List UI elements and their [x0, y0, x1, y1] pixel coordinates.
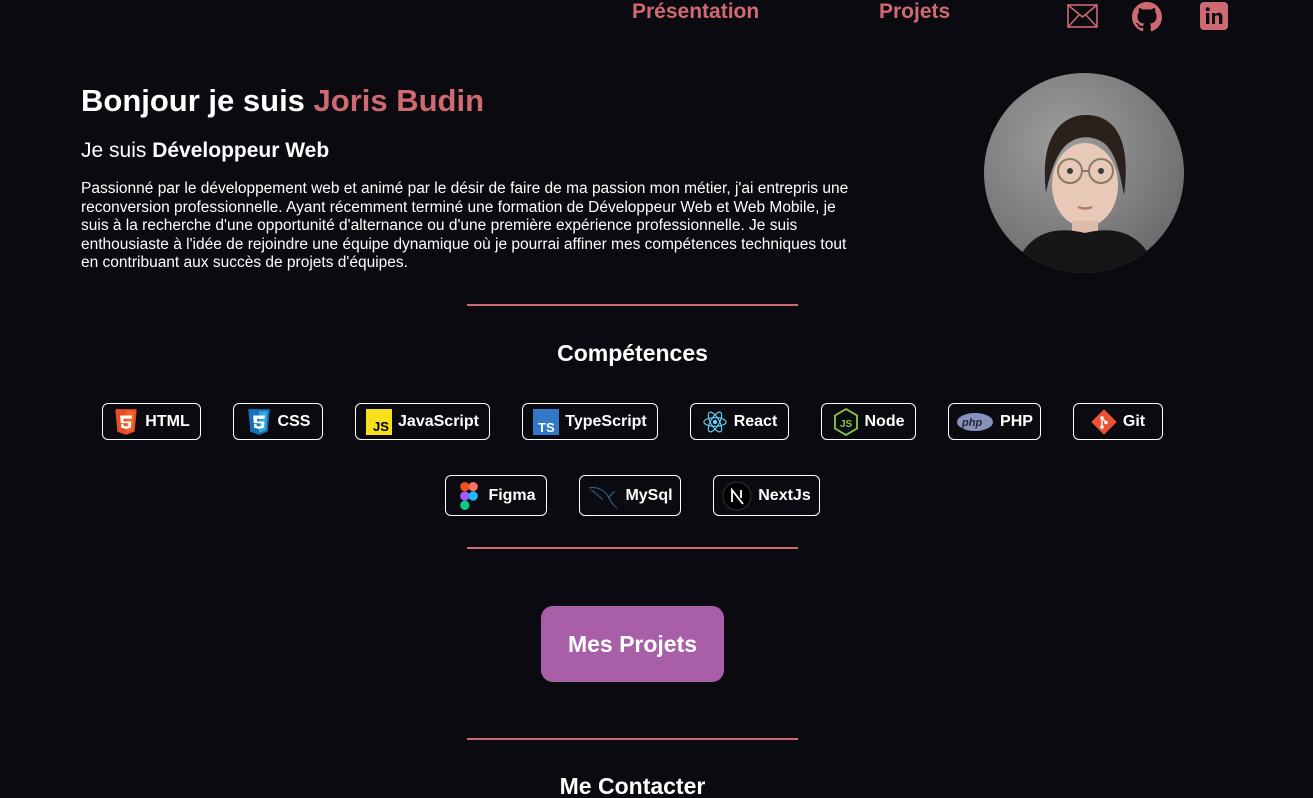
section-divider — [467, 547, 798, 549]
skill-label: Figma — [488, 486, 536, 504]
mysql-icon — [587, 482, 619, 510]
skill-badge-css: CSS — [233, 403, 323, 440]
skill-badge-php: php PHP — [948, 403, 1041, 440]
skill-label: CSS — [277, 412, 311, 430]
section-divider — [467, 304, 798, 306]
nodejs-icon: JS — [833, 407, 859, 436]
portfolio-page: Présentation Projets Bonjour je suis Jor… — [0, 0, 1313, 798]
mail-icon[interactable] — [1067, 4, 1098, 28]
my-projects-button[interactable]: Mes Projets — [541, 606, 724, 682]
css3-icon — [246, 408, 272, 436]
skill-badge-mysql: MySql — [579, 475, 681, 516]
hero-subtitle: Je suis Développeur Web — [81, 137, 329, 165]
hero-title: Bonjour je suis Joris Budin — [81, 83, 484, 119]
skill-label: JavaScript — [398, 412, 479, 430]
nextjs-icon — [722, 481, 752, 511]
figma-icon — [456, 481, 482, 510]
skill-badge-figma: Figma — [445, 475, 547, 516]
skill-label: TypeScript — [565, 412, 647, 430]
contact-title: Me Contacter — [559, 773, 706, 798]
php-icon: php — [956, 408, 994, 436]
typescript-icon: TS — [533, 408, 560, 436]
skill-badge-html: HTML — [102, 403, 201, 440]
git-icon — [1091, 408, 1117, 436]
skill-badge-typescript: TS TypeScript — [522, 403, 658, 440]
javascript-icon: JS — [366, 408, 393, 436]
nav-presentation-link[interactable]: Présentation — [632, 0, 759, 24]
skill-label: React — [733, 412, 778, 430]
react-icon — [702, 408, 728, 436]
section-divider — [467, 738, 798, 740]
skill-badge-react: React — [690, 403, 789, 440]
hero-role: Développeur Web — [152, 139, 330, 162]
skill-label: HTML — [145, 412, 190, 430]
svg-text:TS: TS — [538, 420, 555, 435]
hero-description: Passionné par le développement web et an… — [81, 180, 849, 271]
skill-label: MySql — [625, 486, 673, 504]
html5-icon — [113, 408, 139, 436]
greeting-text: Bonjour je suis — [81, 83, 314, 118]
github-icon[interactable] — [1132, 2, 1162, 32]
profile-avatar — [984, 73, 1184, 273]
skill-badge-javascript: JS JavaScript — [355, 403, 490, 440]
hero-name: Joris Budin — [313, 83, 485, 118]
skill-badge-node: JS Node — [821, 403, 916, 440]
nav-projects-link[interactable]: Projets — [879, 0, 950, 24]
svg-text:php: php — [961, 417, 982, 429]
skills-title: Compétences — [557, 340, 708, 366]
skill-label: NextJs — [758, 486, 811, 504]
skill-badge-nextjs: NextJs — [713, 475, 820, 516]
skill-label: PHP — [1000, 412, 1033, 430]
skill-badge-git: Git — [1073, 403, 1163, 440]
svg-text:JS: JS — [840, 419, 853, 430]
skill-label: Git — [1122, 412, 1146, 430]
skill-label: Node — [864, 412, 905, 430]
subtitle-prefix: Je suis — [81, 139, 153, 162]
svg-text:JS: JS — [373, 419, 389, 434]
linkedin-icon[interactable] — [1200, 2, 1228, 30]
